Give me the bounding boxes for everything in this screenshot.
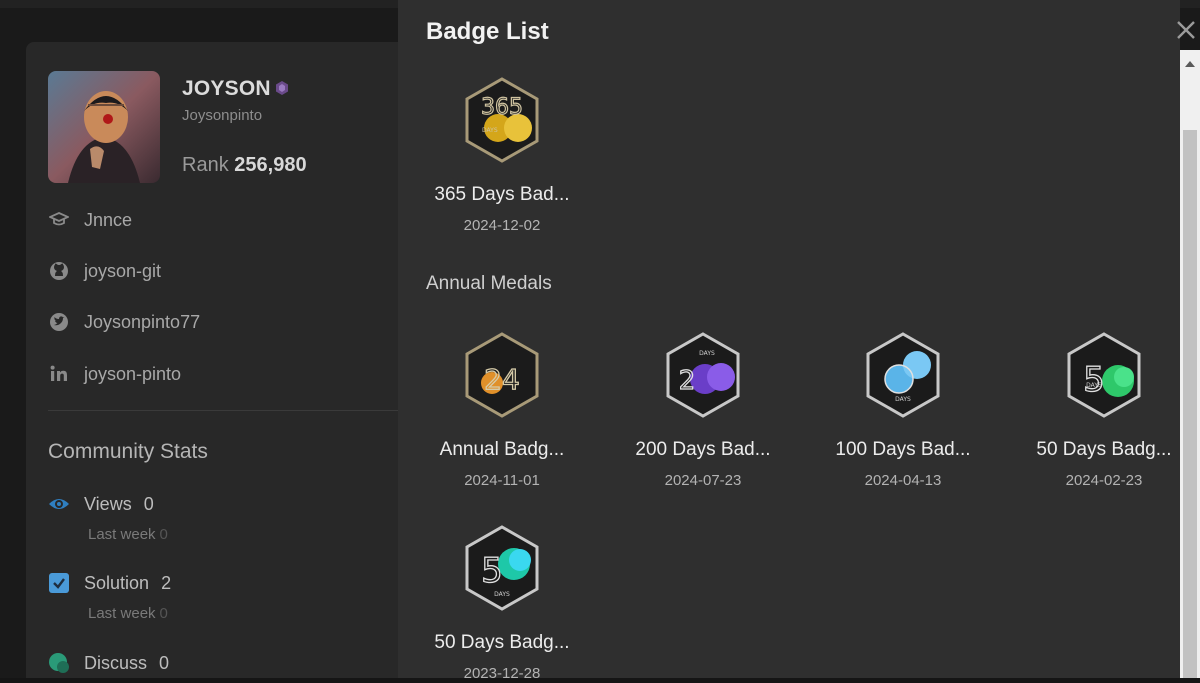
365-days-badge-icon: 365 DAYS	[465, 77, 539, 163]
solution-last-week-label: Last week	[88, 605, 156, 622]
svg-text:DAYS: DAYS	[482, 127, 498, 134]
eye-icon	[49, 499, 69, 509]
100-days-badge-icon: DAYS	[866, 332, 940, 418]
badge-50-days[interactable]: 5 DAYS 50 Days Badg... 2024-02-23	[1024, 331, 1184, 511]
stat-views-value: 0	[143, 493, 154, 514]
scrollbar-thumb[interactable]	[1183, 130, 1197, 683]
rank-value: 256,980	[234, 154, 307, 176]
svg-text:DAYS: DAYS	[494, 591, 510, 598]
svg-text:DAYS: DAYS	[895, 396, 911, 403]
badge-name: 50 Days Badg...	[1036, 439, 1172, 460]
badge-date: 2024-07-23	[664, 472, 742, 489]
github-link[interactable]: joyson-git	[48, 259, 161, 283]
50-days-badge-icon: 5 DAYS	[1067, 332, 1141, 418]
badge-100-days[interactable]: DAYS 100 Days Bad... 2024-04-13	[823, 331, 983, 511]
svg-text:5: 5	[481, 551, 503, 591]
check-square-icon	[49, 573, 69, 593]
annual-2024-badge-icon: 24	[465, 332, 539, 418]
stat-discuss: Discuss 0	[48, 652, 169, 674]
rank-label: Rank	[182, 154, 229, 176]
twitter-icon	[48, 311, 70, 333]
views-last-week-value: 0	[159, 526, 168, 543]
twitter-text: Joysonpinto77	[84, 311, 201, 332]
stat-solution-value: 2	[161, 572, 172, 593]
solution-last-week-value: 0	[159, 605, 168, 622]
divider	[48, 410, 400, 411]
graduation-cap-icon	[48, 209, 70, 231]
stat-discuss-label: Discuss	[84, 652, 148, 673]
badge-365-days[interactable]: 365 DAYS 365 Days Bad... 2024-12-02	[422, 76, 582, 256]
annual-medals-label: Annual Medals	[426, 273, 552, 294]
svg-text:24: 24	[484, 363, 520, 396]
drawer-title: Badge List	[426, 18, 549, 45]
badge-50-days[interactable]: 5 DAYS 50 Days Badg... 2023-12-28	[422, 524, 582, 683]
stat-solution: Solution 2	[48, 572, 171, 594]
scroll-up-button[interactable]	[1180, 50, 1200, 76]
badge-name: 100 Days Bad...	[835, 439, 971, 460]
stat-solution-label: Solution	[84, 572, 150, 593]
rank: Rank 256,980	[182, 154, 307, 177]
views-last-week-label: Last week	[88, 526, 156, 543]
200-days-badge-icon: 2 DAYS	[666, 332, 740, 418]
svg-text:2: 2	[679, 366, 696, 396]
chevron-up-icon	[1185, 60, 1195, 67]
badge-name: 50 Days Badg...	[434, 632, 570, 653]
svg-text:5: 5	[1083, 360, 1105, 400]
badge-date: 2024-04-13	[864, 472, 942, 489]
50-days-badge-icon: 5 DAYS	[465, 525, 539, 611]
twitter-link[interactable]: Joysonpinto77	[48, 310, 200, 334]
guardian-badge-icon	[276, 81, 288, 95]
badge-date: 2024-11-01	[464, 472, 540, 489]
github-icon	[48, 260, 70, 282]
discuss-icon	[49, 653, 69, 673]
svg-text:365: 365	[481, 95, 523, 120]
linkedin-text: joyson-pinto	[84, 363, 182, 384]
user-handle: Joysonpinto	[182, 107, 263, 124]
badge-name: Annual Badg...	[439, 439, 565, 460]
linkedin-icon	[48, 363, 70, 385]
badge-name: 200 Days Bad...	[635, 439, 771, 460]
solution-last-week: Last week 0	[88, 605, 168, 622]
close-icon[interactable]	[1172, 16, 1200, 44]
svg-text:DAYS: DAYS	[1086, 382, 1102, 389]
avatar[interactable]	[48, 71, 160, 183]
badge-name: 365 Days Bad...	[434, 184, 570, 205]
github-text: joyson-git	[84, 260, 162, 281]
badge-date: 2024-12-02	[463, 217, 541, 234]
stat-discuss-value: 0	[159, 652, 170, 673]
community-stats-title: Community Stats	[48, 440, 208, 463]
badge-annual[interactable]: 24 Annual Badg... 2024-11-01	[422, 331, 582, 511]
linkedin-link[interactable]: joyson-pinto	[48, 362, 181, 386]
stat-views-label: Views	[84, 493, 132, 514]
school-text: Jnnce	[84, 209, 133, 230]
username: JOYSON	[182, 77, 271, 100]
badge-date: 2024-02-23	[1065, 472, 1143, 489]
school-link[interactable]: Jnnce	[48, 208, 132, 232]
bottom-edge	[0, 678, 1200, 683]
badge-200-days[interactable]: 2 DAYS 200 Days Bad... 2024-07-23	[623, 331, 783, 511]
views-last-week: Last week 0	[88, 526, 168, 543]
svg-text:DAYS: DAYS	[699, 350, 715, 357]
stat-views: Views 0	[48, 493, 154, 515]
